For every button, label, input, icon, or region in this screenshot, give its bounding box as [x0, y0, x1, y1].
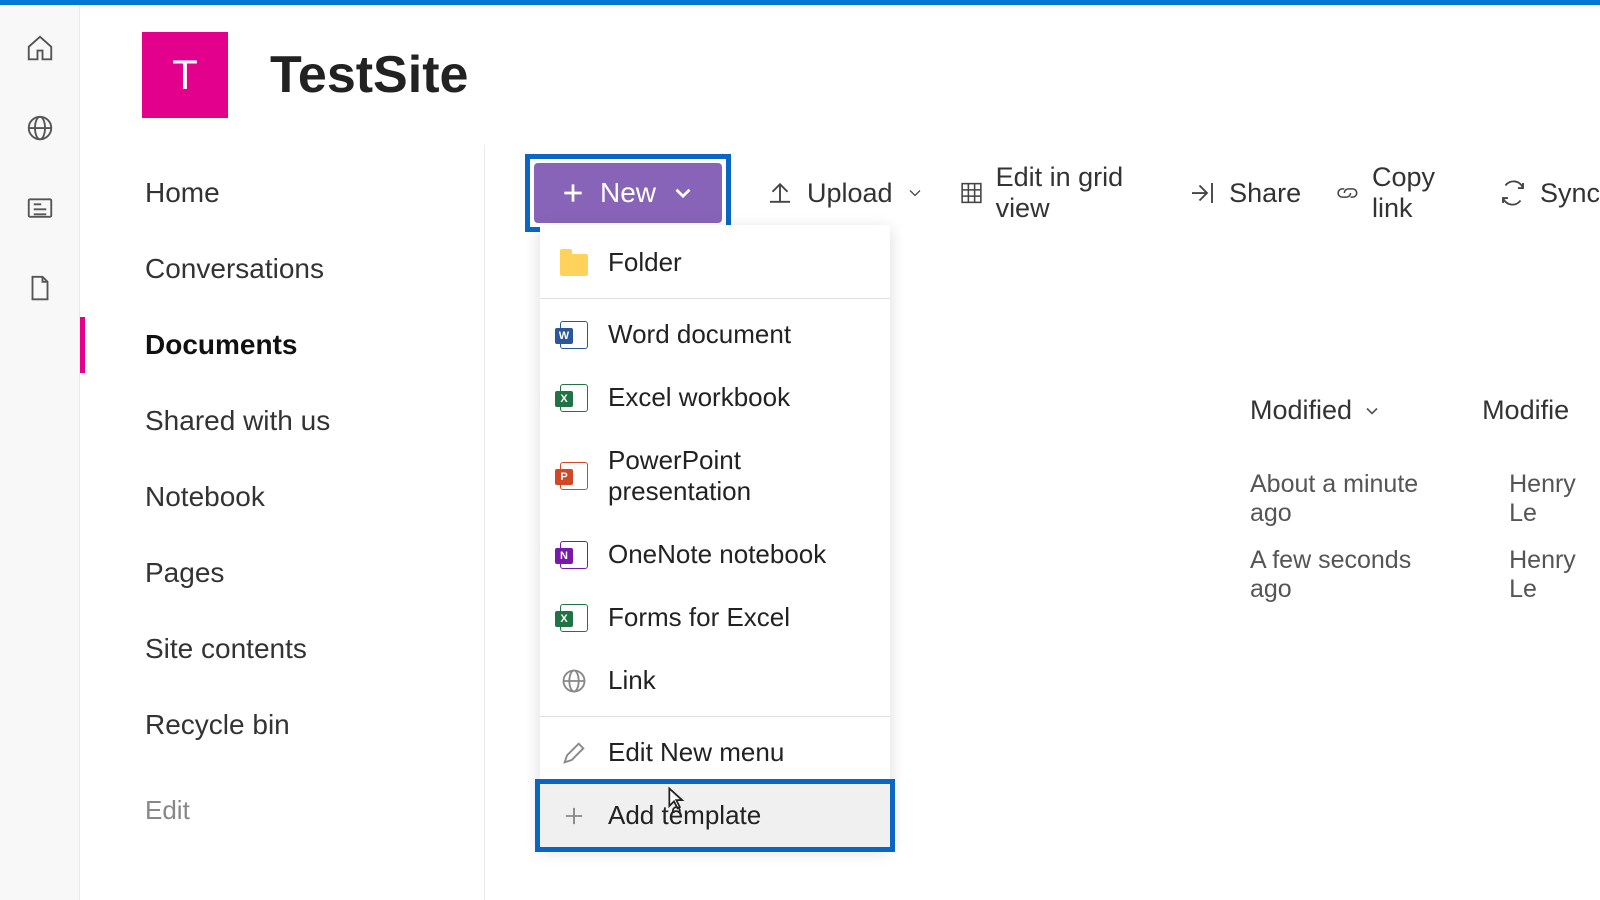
chevron-down-icon — [1362, 401, 1382, 421]
nav-notebook[interactable]: Notebook — [80, 459, 484, 535]
menu-folder[interactable]: Folder — [540, 231, 890, 294]
menu-word-label: Word document — [608, 319, 791, 350]
column-modified-by[interactable]: Modifie — [1482, 395, 1569, 426]
forms-icon: X — [560, 604, 588, 632]
new-button[interactable]: New — [534, 163, 722, 223]
grid-icon — [959, 178, 984, 208]
table-row[interactable]: A few seconds ago Henry Le — [1250, 546, 1600, 622]
globe-icon[interactable] — [25, 113, 55, 143]
cell-modified: About a minute ago — [1250, 470, 1429, 528]
document-icon[interactable] — [25, 273, 55, 303]
menu-separator — [540, 716, 890, 717]
menu-separator — [540, 298, 890, 299]
menu-word[interactable]: W Word document — [540, 303, 890, 366]
left-nav: Home Conversations Documents Shared with… — [80, 145, 485, 900]
upload-label: Upload — [807, 178, 893, 209]
menu-onenote-label: OneNote notebook — [608, 539, 826, 570]
share-label: Share — [1229, 178, 1301, 209]
powerpoint-icon: P — [560, 462, 588, 490]
nav-conversations[interactable]: Conversations — [80, 231, 484, 307]
nav-recycle-bin[interactable]: Recycle bin — [80, 687, 484, 763]
menu-ppt-label: PowerPoint presentation — [608, 445, 870, 507]
sync-button[interactable]: Sync — [1498, 178, 1600, 209]
table-row[interactable]: About a minute ago Henry Le — [1250, 470, 1600, 546]
new-button-label: New — [600, 177, 656, 209]
cell-modified-by: Henry Le — [1509, 546, 1600, 604]
menu-folder-label: Folder — [608, 247, 682, 278]
cell-modified-by: Henry Le — [1509, 470, 1600, 528]
menu-add-template-label: Add template — [608, 800, 761, 831]
site-header: T TestSite — [80, 5, 1600, 145]
menu-link-label: Link — [608, 665, 656, 696]
copy-link-label: Copy link — [1372, 162, 1464, 224]
news-icon[interactable] — [25, 193, 55, 223]
nav-edit-link[interactable]: Edit — [80, 763, 484, 848]
column-modified[interactable]: Modified — [1250, 395, 1382, 426]
nav-site-contents[interactable]: Site contents — [80, 611, 484, 687]
site-title[interactable]: TestSite — [270, 45, 468, 105]
site-logo[interactable]: T — [142, 32, 228, 118]
chevron-down-icon — [905, 183, 925, 203]
folder-icon — [560, 254, 588, 276]
nav-shared[interactable]: Shared with us — [80, 383, 484, 459]
plus-icon — [560, 180, 586, 206]
menu-link[interactable]: Link — [540, 649, 890, 712]
edit-grid-button[interactable]: Edit in grid view — [959, 162, 1154, 224]
nav-home[interactable]: Home — [80, 155, 484, 231]
chevron-down-icon — [670, 180, 696, 206]
nav-documents[interactable]: Documents — [80, 307, 484, 383]
share-button[interactable]: Share — [1187, 178, 1301, 209]
copy-link-button[interactable]: Copy link — [1335, 162, 1464, 224]
menu-forms[interactable]: X Forms for Excel — [540, 586, 890, 649]
sync-label: Sync — [1540, 178, 1600, 209]
menu-add-template[interactable]: Add template — [540, 784, 890, 847]
share-icon — [1187, 178, 1217, 208]
home-icon[interactable] — [25, 33, 55, 63]
file-rows: About a minute ago Henry Le A few second… — [1250, 470, 1600, 622]
plus-icon — [560, 802, 588, 830]
menu-forms-label: Forms for Excel — [608, 602, 790, 633]
nav-pages[interactable]: Pages — [80, 535, 484, 611]
upload-button[interactable]: Upload — [765, 178, 925, 209]
command-bar: New Upload Edit in grid view Share Copy … — [525, 158, 1600, 228]
edit-grid-label: Edit in grid view — [996, 162, 1154, 224]
menu-edit-new-menu[interactable]: Edit New menu — [540, 721, 890, 784]
excel-icon: X — [560, 384, 588, 412]
app-rail — [0, 5, 80, 900]
new-button-highlight: New — [525, 154, 731, 232]
menu-excel-label: Excel workbook — [608, 382, 790, 413]
link-icon — [1335, 178, 1360, 208]
upload-icon — [765, 178, 795, 208]
new-dropdown-menu: Folder W Word document X Excel workbook … — [540, 225, 890, 847]
onenote-icon: N — [560, 541, 588, 569]
menu-edit-label: Edit New menu — [608, 737, 784, 768]
pencil-icon — [560, 739, 588, 767]
word-icon: W — [560, 321, 588, 349]
menu-powerpoint[interactable]: P PowerPoint presentation — [540, 429, 890, 523]
menu-onenote[interactable]: N OneNote notebook — [540, 523, 890, 586]
sync-icon — [1498, 178, 1528, 208]
globe-link-icon — [560, 667, 588, 695]
menu-excel[interactable]: X Excel workbook — [540, 366, 890, 429]
cell-modified: A few seconds ago — [1250, 546, 1429, 604]
column-headers: Modified Modifie — [1250, 395, 1600, 426]
